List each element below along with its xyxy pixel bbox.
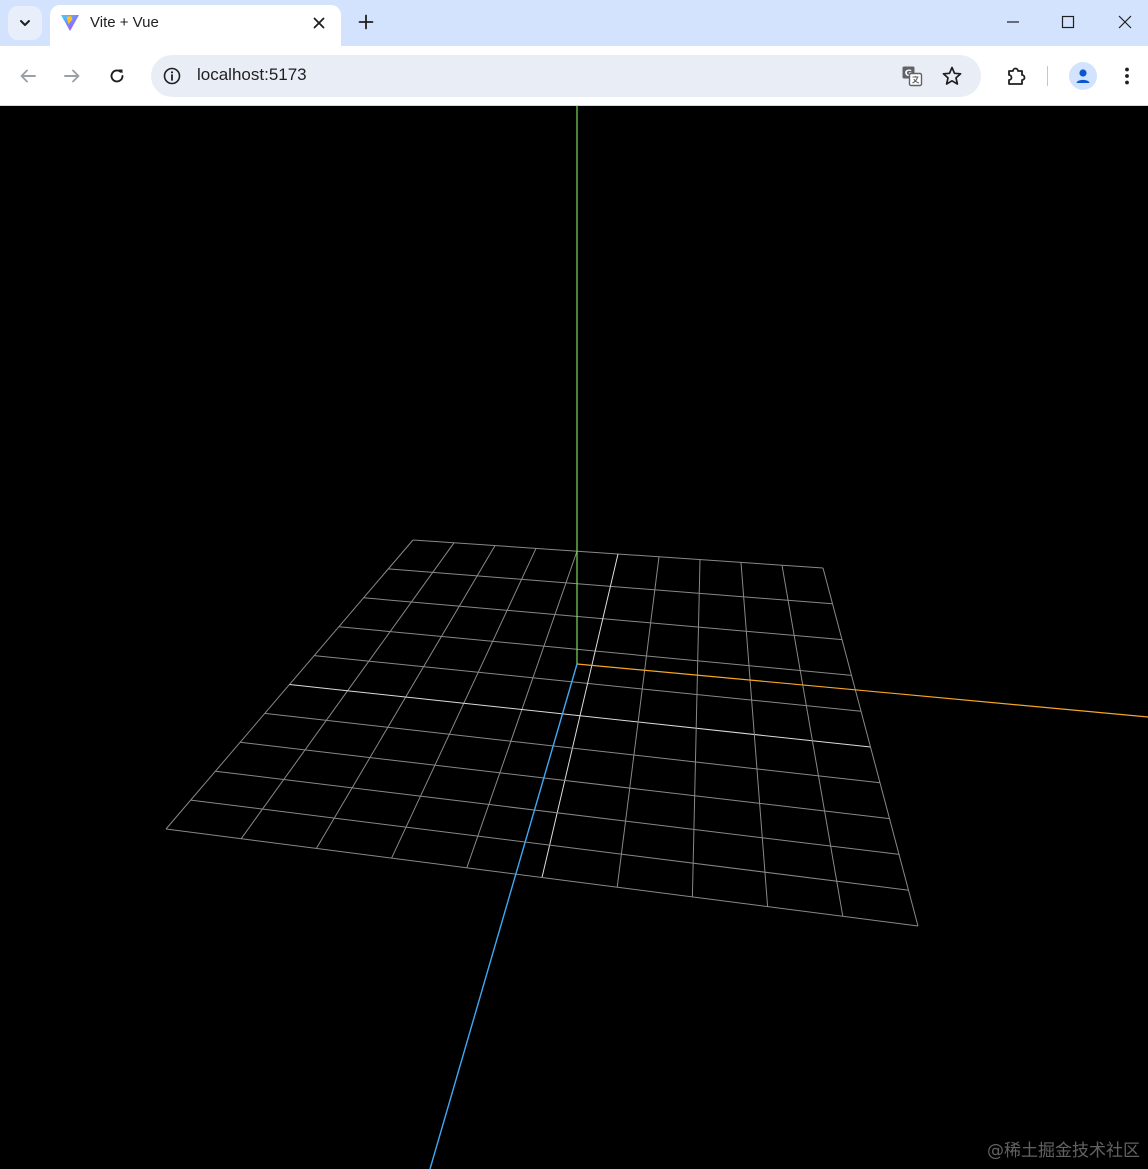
toolbar-divider	[1047, 66, 1048, 86]
browser-toolbar: localhost:5173 G	[0, 46, 1148, 106]
puzzle-icon	[1008, 67, 1026, 85]
profile-button[interactable]	[1069, 62, 1097, 90]
grid-line-x	[264, 712, 881, 784]
maximize-button[interactable]	[1052, 8, 1084, 36]
tab-search-button[interactable]	[8, 6, 42, 40]
tab-strip: Vite + Vue	[0, 0, 1148, 46]
browser-menu-button[interactable]	[1112, 61, 1142, 91]
chevron-down-icon	[20, 20, 30, 26]
address-bar[interactable]: localhost:5173 G	[151, 55, 981, 97]
reload-icon	[110, 69, 124, 83]
z-axis-line	[429, 663, 578, 1169]
reload-button[interactable]	[102, 61, 132, 91]
grid-line-z	[822, 567, 919, 927]
x-axis-line	[576, 663, 1148, 718]
vite-logo-icon	[61, 15, 79, 31]
active-tab[interactable]: Vite + Vue	[50, 5, 341, 46]
close-icon	[1118, 15, 1132, 29]
kebab-menu-icon	[1125, 67, 1129, 85]
translate-icon: G	[902, 66, 923, 87]
back-button[interactable]	[13, 61, 43, 91]
person-icon	[1076, 69, 1090, 83]
new-tab-button[interactable]	[352, 8, 380, 36]
url-text[interactable]: localhost:5173	[197, 65, 307, 85]
close-icon	[313, 17, 325, 29]
arrow-left-icon	[20, 69, 36, 83]
info-icon	[163, 67, 181, 85]
grid-line-z	[781, 565, 844, 917]
plus-icon	[358, 14, 374, 30]
grid-line-x	[289, 684, 871, 748]
grid-helper	[165, 539, 919, 927]
three-scene	[165, 106, 1148, 1169]
translate-button[interactable]: G	[900, 64, 924, 88]
webgl-canvas[interactable]: @稀土掘金技术社区	[0, 106, 1148, 1169]
window-close-button[interactable]	[1109, 8, 1141, 36]
star-icon	[942, 66, 962, 85]
maximize-icon	[1061, 15, 1075, 29]
grid-line-x	[240, 741, 890, 820]
arrow-right-icon	[64, 69, 80, 83]
minimize-button[interactable]	[997, 8, 1029, 36]
tab-close-button[interactable]	[308, 12, 330, 34]
watermark: @稀土掘金技术社区	[987, 1141, 1140, 1161]
grid-line-z	[616, 556, 660, 888]
bookmark-button[interactable]	[940, 64, 964, 88]
extensions-button[interactable]	[1001, 61, 1031, 91]
grid-line-x	[190, 799, 909, 891]
site-info-button[interactable]	[161, 65, 183, 87]
forward-button[interactable]	[57, 61, 87, 91]
tab-title: Vite + Vue	[90, 14, 159, 31]
grid-line-z	[740, 562, 769, 907]
grid-line-x	[215, 770, 900, 855]
browser-window: Vite + Vue localhost:5173 G @稀土掘金技术社区	[0, 0, 1148, 1169]
minimize-icon	[1007, 21, 1019, 23]
